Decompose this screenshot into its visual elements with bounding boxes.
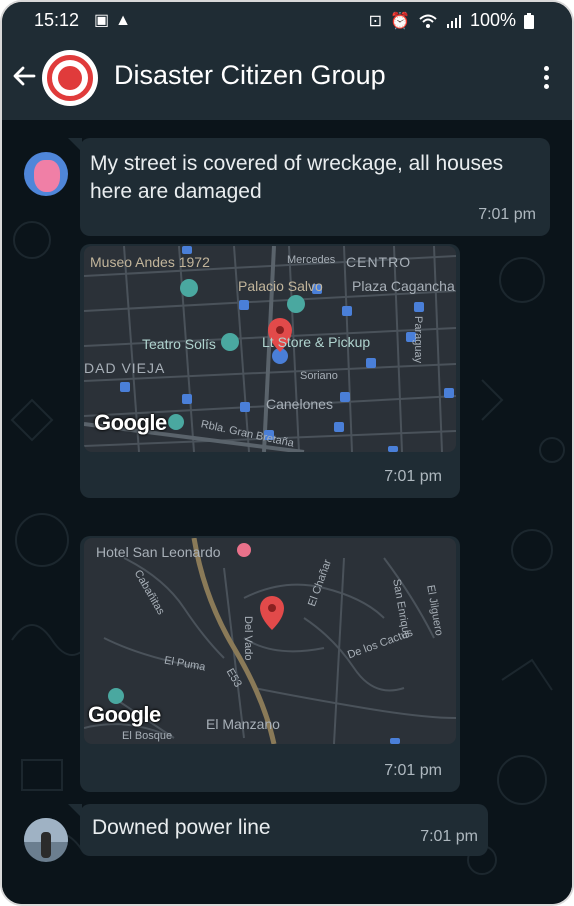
chat-title[interactable]: Disaster Citizen Group <box>114 60 386 91</box>
image-icon: ▣ <box>94 12 116 29</box>
map-label-teatro: Teatro Solís <box>142 336 216 352</box>
alarm-icon: ⏰ <box>390 12 410 30</box>
battery-icon <box>524 12 534 29</box>
map-label-store: Lt Store & Pickup <box>262 334 371 350</box>
map-label-palacio: Palacio Salvo <box>238 278 323 294</box>
group-avatar[interactable] <box>42 50 98 106</box>
map-label-bosque: El Bosque <box>122 730 173 742</box>
back-arrow-icon[interactable] <box>10 62 38 90</box>
status-bar: 15:12 ▣▲ ⊡ ⏰ 100% <box>2 2 572 38</box>
map-label-del-vado: Del Vado <box>242 616 254 661</box>
map-label-canelones: Canelones <box>266 396 333 412</box>
message-time: 7:01 pm <box>384 762 442 779</box>
chat-header: Disaster Citizen Group <box>2 38 572 120</box>
more-vert-icon[interactable] <box>542 66 550 94</box>
signal-icon <box>446 14 461 28</box>
map-label-soriano: Soriano <box>300 370 338 382</box>
map-label-hotel: Hotel San Leonardo <box>96 544 221 560</box>
map-label-museo: Museo Andes 1972 <box>90 254 210 270</box>
map-label-plaza: Plaza Cagancha <box>352 278 455 294</box>
map-preview[interactable]: Hotel San Leonardo Cabañitas San Enrique… <box>84 538 456 744</box>
phone-screen: 15:12 ▣▲ ⊡ ⏰ 100% Disaster Citizen Group… <box>0 0 574 906</box>
status-time: 15:12 <box>34 10 80 30</box>
map-label-vieja: DAD VIEJA <box>84 360 166 376</box>
message-bubble[interactable]: Downed power line 7:01 pm <box>80 804 488 856</box>
status-right-icons: ⊡ ⏰ 100% <box>369 10 534 31</box>
google-logo: Google <box>94 410 167 435</box>
location-message[interactable]: Hotel San Leonardo Cabañitas San Enrique… <box>80 536 460 792</box>
group-avatar-ring <box>47 55 93 101</box>
status-left-icons: ▣▲ <box>94 10 137 30</box>
battery-percent: 100% <box>469 10 516 30</box>
siren-icon <box>58 66 82 90</box>
message-text: Downed power line <box>92 816 271 839</box>
wifi-icon <box>419 14 437 28</box>
avatar-person <box>41 832 51 858</box>
sender-avatar[interactable] <box>24 818 68 862</box>
map-label-mercedes: Mercedes <box>287 254 336 266</box>
message-text: My street is covered of wreckage, all ho… <box>90 152 504 203</box>
message-time: 7:01 pm <box>478 206 536 223</box>
location-message[interactable]: Museo Andes 1972 Mercedes CENTRO Palacio… <box>80 244 460 498</box>
sender-avatar[interactable] <box>24 152 68 196</box>
alert-icon: ▲ <box>115 12 137 29</box>
message-time: 7:01 pm <box>384 468 442 485</box>
lock-icon: ⊡ <box>368 12 383 30</box>
google-logo: Google <box>88 702 161 727</box>
map-label-paraguay: Paraguay <box>412 316 424 364</box>
map-label-manzano: El Manzano <box>206 716 280 732</box>
message-time: 7:01 pm <box>420 828 478 845</box>
map-preview[interactable]: Museo Andes 1972 Mercedes CENTRO Palacio… <box>84 246 456 452</box>
map-label-centro: CENTRO <box>346 254 412 270</box>
message-bubble[interactable]: My street is covered of wreckage, all ho… <box>80 138 550 236</box>
avatar-face <box>34 160 60 192</box>
